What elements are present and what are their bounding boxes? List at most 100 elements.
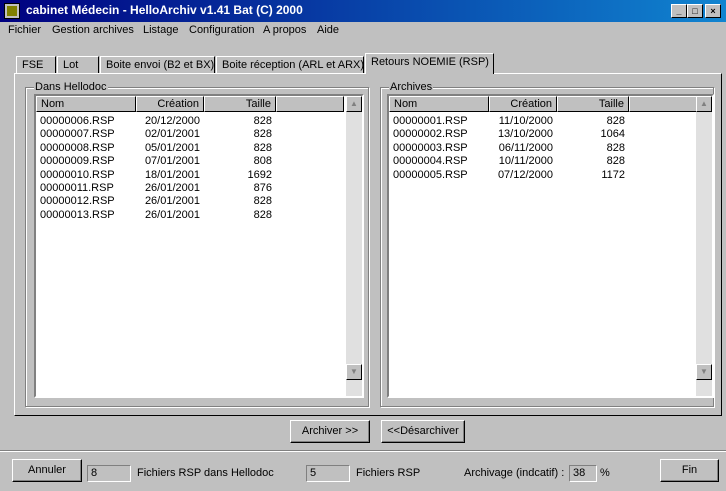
cell-creation: 10/11/2000: [498, 155, 553, 168]
group-title: Archives: [389, 81, 434, 93]
list-item[interactable]: 00000001.RSP 11/10/2000 828: [389, 115, 689, 128]
cancel-button[interactable]: Annuler: [12, 459, 82, 482]
maximize-button[interactable]: □: [687, 4, 703, 18]
cell-nom: 00000003.RSP: [393, 141, 468, 154]
list-item[interactable]: 00000004.RSP 10/11/2000 828: [389, 155, 689, 168]
cell-taille: 876: [253, 182, 272, 194]
percent-label: %: [600, 467, 610, 479]
app-icon[interactable]: [4, 3, 20, 19]
cell-taille: 828: [253, 208, 272, 221]
column-header-empty: [276, 96, 344, 112]
cell-nom: 00000012.RSP: [40, 195, 115, 208]
cell-creation: 11/10/2000: [498, 115, 553, 127]
archivage-label: Archivage (indcatif) :: [464, 467, 565, 479]
cell-nom: 00000013.RSP: [40, 208, 115, 221]
cell-taille: 828: [253, 128, 272, 141]
minimize-button[interactable]: _: [671, 4, 687, 18]
column-header-nom[interactable]: Nom: [389, 96, 489, 112]
cell-taille: 1172: [601, 168, 625, 181]
count-hellodoc-field: 8: [87, 465, 131, 482]
unarchive-button[interactable]: <<Désarchiver: [381, 420, 465, 443]
cell-creation: 05/01/2001: [144, 141, 200, 154]
column-header-nom[interactable]: Nom: [36, 96, 136, 112]
scroll-up-icon[interactable]: ▲: [346, 96, 362, 112]
cell-creation: 26/01/2001: [144, 195, 200, 208]
list-item[interactable]: 00000012.RSP 26/01/2001 828: [36, 195, 336, 208]
cell-taille: 808: [253, 155, 272, 168]
cell-nom: 00000001.RSP: [393, 115, 468, 127]
menu-configuration[interactable]: Configuration: [189, 24, 254, 36]
cell-creation: 07/01/2001: [144, 155, 200, 168]
column-header-taille[interactable]: Taille: [204, 96, 276, 112]
cell-nom: 00000002.RSP: [393, 128, 468, 141]
vertical-scrollbar[interactable]: ▲ ▼: [346, 96, 362, 396]
column-header-taille[interactable]: Taille: [557, 96, 629, 112]
column-header-creation[interactable]: Création: [489, 96, 557, 112]
count-hellodoc-label: Fichiers RSP dans Hellodoc: [137, 467, 274, 479]
cell-taille: 1692: [247, 168, 272, 181]
title-bar[interactable]: cabinet Médecin - HelloArchiv v1.41 Bat …: [0, 0, 726, 22]
cell-creation: 13/10/2000: [497, 128, 553, 141]
menu-fichier[interactable]: Fichier: [8, 24, 41, 36]
tab-fse[interactable]: FSE: [16, 56, 56, 73]
scroll-down-icon[interactable]: ▼: [696, 364, 712, 380]
menu-listage[interactable]: Listage: [143, 24, 178, 36]
cell-taille: 828: [606, 141, 625, 154]
cell-nom: 00000006.RSP: [40, 115, 115, 127]
cell-taille: 828: [253, 115, 272, 127]
cell-creation: 18/01/2001: [144, 168, 200, 181]
list-item[interactable]: 00000013.RSP 26/01/2001 828: [36, 209, 336, 222]
finish-button[interactable]: Fin: [660, 459, 719, 482]
cell-taille: 828: [253, 141, 272, 154]
menu-bar: Fichier Gestion archives Listage Configu…: [0, 22, 726, 40]
hellodoc-list[interactable]: Nom Création Taille 00000006.RSP 20/12/20…: [34, 94, 364, 398]
menu-a-propos[interactable]: A propos: [263, 24, 306, 36]
cell-nom: 00000007.RSP: [40, 128, 115, 141]
tab-boite-envoi[interactable]: Boite envoi (B2 et BX): [100, 56, 215, 73]
cell-nom: 00000004.RSP: [393, 155, 468, 168]
window-title: cabinet Médecin - HelloArchiv v1.41 Bat …: [26, 3, 303, 17]
tab-lot[interactable]: Lot: [57, 56, 99, 73]
cell-nom: 00000011.RSP: [40, 182, 114, 194]
menu-gestion-archives[interactable]: Gestion archives: [52, 24, 134, 36]
cell-creation: 26/01/2001: [144, 182, 200, 194]
tab-retours-noemie[interactable]: Retours NOEMIE (RSP): [365, 53, 494, 74]
column-header-empty: [629, 96, 697, 112]
tab-boite-reception[interactable]: Boite réception (ARL et ARX): [216, 56, 364, 73]
count-rsp-label: Fichiers RSP: [356, 467, 421, 479]
list-item[interactable]: 00000008.RSP 05/01/2001 828: [36, 142, 336, 155]
cell-creation: 02/01/2001: [144, 128, 200, 141]
close-button[interactable]: ×: [705, 4, 721, 18]
cell-creation: 20/12/2000: [144, 115, 200, 127]
list-item[interactable]: 00000003.RSP 06/11/2000 828: [389, 142, 689, 155]
list-item[interactable]: 00000002.RSP 13/10/2000 1064: [389, 128, 689, 141]
cell-taille: 828: [606, 155, 625, 168]
cell-creation: 06/11/2000: [498, 141, 553, 154]
menu-aide[interactable]: Aide: [317, 24, 339, 36]
cell-nom: 00000010.RSP: [40, 168, 115, 181]
list-item[interactable]: 00000010.RSP 18/01/2001 1692: [36, 169, 336, 182]
cell-creation: 07/12/2000: [497, 168, 553, 181]
archives-list[interactable]: Nom Création Taille 00000001.RSP 11/10/20…: [387, 94, 714, 398]
cell-taille: 1064: [600, 128, 625, 141]
column-header-creation[interactable]: Création: [136, 96, 204, 112]
count-rsp-field: 5: [306, 465, 350, 482]
list-item[interactable]: 00000009.RSP 07/01/2001 808: [36, 155, 336, 168]
group-title: Dans Hellodoc: [34, 81, 108, 93]
cell-nom: 00000009.RSP: [40, 155, 115, 168]
cell-nom: 00000005.RSP: [393, 168, 468, 181]
cell-creation: 26/01/2001: [144, 208, 200, 221]
list-item[interactable]: 00000005.RSP 07/12/2000 1172: [389, 169, 689, 182]
list-item[interactable]: 00000006.RSP 20/12/2000 828: [36, 115, 336, 128]
list-item[interactable]: 00000007.RSP 02/01/2001 828: [36, 128, 336, 141]
list-item[interactable]: 00000011.RSP 26/01/2001 876: [36, 182, 336, 195]
cell-taille: 828: [606, 115, 625, 127]
status-bar: Annuler 8 Fichiers RSP dans Hellodoc 5 F…: [0, 452, 726, 491]
scroll-up-icon[interactable]: ▲: [696, 96, 712, 112]
vertical-scrollbar[interactable]: ▲ ▼: [696, 96, 712, 396]
cell-taille: 828: [253, 195, 272, 208]
archive-button[interactable]: Archiver >>: [290, 420, 370, 443]
scroll-down-icon[interactable]: ▼: [346, 364, 362, 380]
archivage-field: 38: [569, 465, 597, 482]
cell-nom: 00000008.RSP: [40, 141, 115, 154]
